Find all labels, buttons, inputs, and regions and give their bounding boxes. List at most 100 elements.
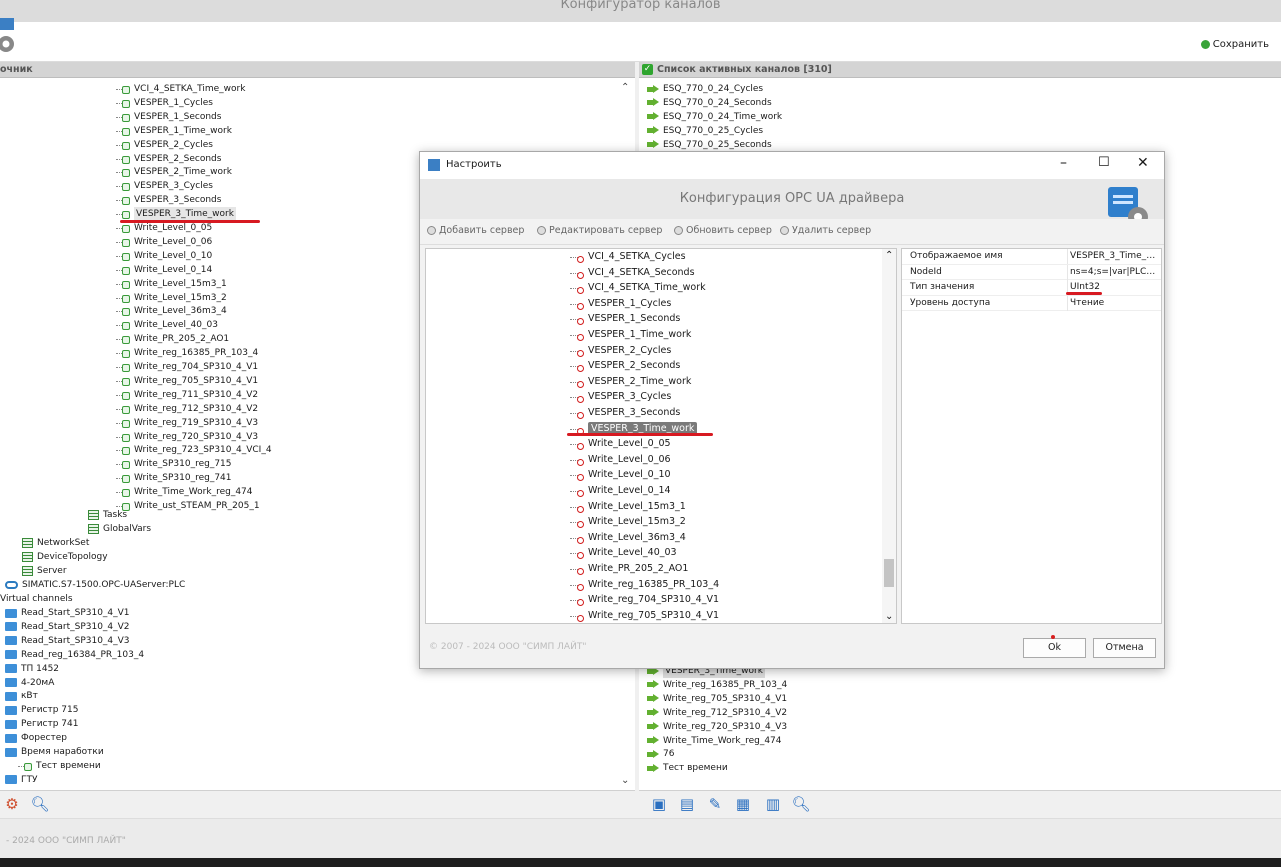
tree-item[interactable]: Write_reg_720_SP310_4_V3 (116, 430, 258, 444)
virtual-channel-item[interactable]: Форестер (5, 731, 67, 745)
tree-item[interactable]: Write_Level_0_06 (116, 235, 212, 249)
virtual-channel-item[interactable]: Read_Start_SP310_4_V2 (5, 620, 130, 634)
tree-item[interactable]: VESPER_3_Seconds (116, 193, 221, 207)
virtual-channel-item[interactable]: кВт (5, 689, 38, 703)
search-icon[interactable]: 🔍︎ (791, 794, 811, 814)
virtual-channel-item[interactable]: ТП 1452 (5, 662, 59, 676)
save-button[interactable]: Сохранить (1200, 39, 1269, 50)
delete-server-button[interactable]: Удалить сервер (780, 225, 871, 236)
tree-item[interactable]: Write_Level_0_14 (116, 263, 212, 277)
virtual-channel-subitem[interactable]: Тест времени (18, 759, 101, 773)
opc-node-item[interactable]: VCI_4_SETKA_Time_work (570, 281, 706, 295)
tree-item[interactable]: Write_SP310_reg_741 (116, 471, 232, 485)
tree-item[interactable]: Write_reg_712_SP310_4_V2 (116, 402, 258, 416)
tree-item[interactable]: VESPER_1_Cycles (116, 96, 213, 110)
tree-item[interactable]: VESPER_1_Seconds (116, 110, 221, 124)
active-channel-item[interactable]: ESQ_770_0_24_Time_work (647, 110, 782, 124)
virtual-channel-item[interactable]: Read_reg_16384_PR_103_4 (5, 648, 144, 662)
property-row[interactable]: NodeId ns=4;s=|var|PLC2... (902, 264, 1161, 281)
active-channel-item[interactable]: Write_reg_705_SP310_4_V1 (647, 692, 787, 706)
active-channel-item[interactable]: ESQ_770_0_25_Cycles (647, 124, 763, 138)
tree-item[interactable]: Write_Level_15m3_1 (116, 277, 227, 291)
virtual-channel-item[interactable]: 4-20мА (5, 676, 54, 690)
tree-item[interactable]: Write_PR_205_2_AO1 (116, 332, 229, 346)
tree-item[interactable]: Write_Time_Work_reg_474 (116, 485, 253, 499)
close-button[interactable]: ✕ (1137, 155, 1149, 171)
tree-node-globalvars[interactable]: GlobalVars (88, 522, 151, 536)
opc-node-item[interactable]: VESPER_2_Cycles (570, 344, 671, 358)
opc-node-tree[interactable]: VCI_4_SETKA_Cycles VCI_4_SETKA_Seconds VCI… (425, 248, 897, 624)
tree-node-devicetopology[interactable]: DeviceTopology (22, 550, 108, 564)
maximize-button[interactable]: ☐ (1098, 155, 1110, 170)
opc-node-item[interactable]: VESPER_1_Seconds (570, 312, 680, 326)
opc-node-item[interactable]: VESPER_2_Time_work (570, 375, 691, 389)
active-channel-item[interactable]: Write_Time_Work_reg_474 (647, 734, 782, 748)
opc-node-item[interactable]: Write_Level_0_10 (570, 468, 671, 482)
virtual-channel-item[interactable]: ГТУ (5, 773, 37, 787)
tree-item[interactable]: Write_reg_723_SP310_4_VCI_4 (116, 443, 272, 457)
virtual-channel-item[interactable]: Read_Start_SP310_4_V1 (5, 606, 130, 620)
active-channel-item[interactable]: ESQ_770_0_25_Seconds (647, 138, 772, 152)
export-icon[interactable]: ▤ (677, 794, 697, 814)
ok-button[interactable]: Ok (1023, 635, 1086, 658)
opc-node-item[interactable]: Write_Level_0_06 (570, 453, 671, 467)
opc-node-item[interactable]: Write_PR_205_2_AO1 (570, 562, 688, 576)
active-channel-item[interactable]: Write_reg_720_SP310_4_V3 (647, 720, 787, 734)
virtual-channel-item[interactable]: Время наработки (5, 745, 104, 759)
tree-node-networkset[interactable]: NetworkSet (22, 536, 89, 550)
active-channel-item[interactable]: Тест времени (647, 761, 728, 775)
opc-node-item[interactable]: VESPER_3_Cycles (570, 390, 671, 404)
cancel-button[interactable]: Отмена (1093, 638, 1156, 658)
tree-item[interactable]: Write_Level_40_03 (116, 318, 218, 332)
opc-node-item[interactable]: VESPER_3_Seconds (570, 406, 680, 420)
opc-node-item[interactable]: VESPER_1_Cycles (570, 297, 671, 311)
opc-node-item[interactable]: VCI_4_SETKA_Cycles (570, 250, 686, 264)
opc-node-item[interactable]: VESPER_1_Time_work (570, 328, 691, 342)
tree-node-virtual[interactable]: Virtual channels (0, 592, 73, 606)
tree-node-simatic[interactable]: SIMATIC.S7-1500.OPC-UAServer:PLC (5, 578, 185, 592)
clipboard-icon[interactable]: ▥ (763, 794, 783, 814)
add-server-button[interactable]: Добавить сервер (427, 225, 524, 236)
property-row[interactable]: Уровень доступа Чтение (902, 295, 1161, 312)
opc-node-item[interactable]: VESPER_2_Seconds (570, 359, 680, 373)
tree-item[interactable]: Write_reg_711_SP310_4_V2 (116, 388, 258, 402)
tree-item[interactable]: VESPER_3_Time_work (116, 207, 236, 222)
tree-config-icon[interactable]: ⚙ (2, 794, 22, 814)
opc-node-item[interactable]: Write_reg_704_SP310_4_V1 (570, 593, 719, 607)
tree-item[interactable]: Write_SP310_reg_715 (116, 457, 232, 471)
opc-node-item[interactable]: Write_reg_16385_PR_103_4 (570, 578, 719, 592)
opc-node-item[interactable]: Write_Level_15m3_2 (570, 515, 686, 529)
active-channel-item[interactable]: ESQ_770_0_24_Seconds (647, 96, 772, 110)
search-icon[interactable]: 🔍︎ (30, 794, 50, 814)
tree-item[interactable]: VESPER_3_Cycles (116, 179, 213, 193)
active-channel-item[interactable]: 76 (647, 747, 674, 761)
opc-node-item[interactable]: Write_Level_36m3_4 (570, 531, 686, 545)
opc-node-item[interactable]: Write_Level_0_05 (570, 437, 671, 451)
opc-node-item[interactable]: Write_Level_0_14 (570, 484, 671, 498)
monitor-icon[interactable]: ▦ (733, 794, 753, 814)
active-channel-item[interactable]: Write_reg_16385_PR_103_4 (647, 678, 787, 692)
virtual-channel-item[interactable]: Read_Start_SP310_4_V3 (5, 634, 130, 648)
opc-node-item[interactable]: VCI_4_SETKA_Seconds (570, 266, 695, 280)
tree-item[interactable]: Write_ust_STEAM_PR_205_1 (116, 499, 260, 513)
edit-server-button[interactable]: Редактировать сервер (537, 225, 662, 236)
tree-item[interactable]: Write_Level_0_05 (116, 221, 212, 235)
virtual-channel-item[interactable]: Регистр 715 (5, 703, 79, 717)
tree-item[interactable]: Write_reg_719_SP310_4_V3 (116, 416, 258, 430)
minimize-button[interactable]: – (1060, 155, 1067, 171)
tree-item[interactable]: Write_Level_0_10 (116, 249, 212, 263)
active-channel-item[interactable]: Write_reg_712_SP310_4_V2 (647, 706, 787, 720)
opc-node-item[interactable]: Write_Level_15m3_1 (570, 500, 686, 514)
tree-item[interactable]: Write_reg_704_SP310_4_V1 (116, 360, 258, 374)
tree-item[interactable]: Write_Level_15m3_2 (116, 291, 227, 305)
tree-item[interactable]: Write_reg_705_SP310_4_V1 (116, 374, 258, 388)
tree-item[interactable]: VCI_4_SETKA_Time_work (116, 82, 245, 96)
property-row[interactable]: Отображаемое имя VESPER_3_Time_work (902, 249, 1161, 265)
tree-item[interactable]: VESPER_2_Cycles (116, 138, 213, 152)
refresh-server-button[interactable]: Обновить сервер (674, 225, 772, 236)
tree-node-tasks[interactable]: Tasks (88, 508, 127, 522)
opc-node-item[interactable]: Write_reg_705_SP310_4_V1 (570, 609, 719, 623)
tree-item[interactable]: Write_reg_16385_PR_103_4 (116, 346, 258, 360)
tree-scrollbar[interactable]: ⌃ ⌄ (882, 249, 896, 623)
scroll-thumb[interactable] (884, 559, 894, 587)
